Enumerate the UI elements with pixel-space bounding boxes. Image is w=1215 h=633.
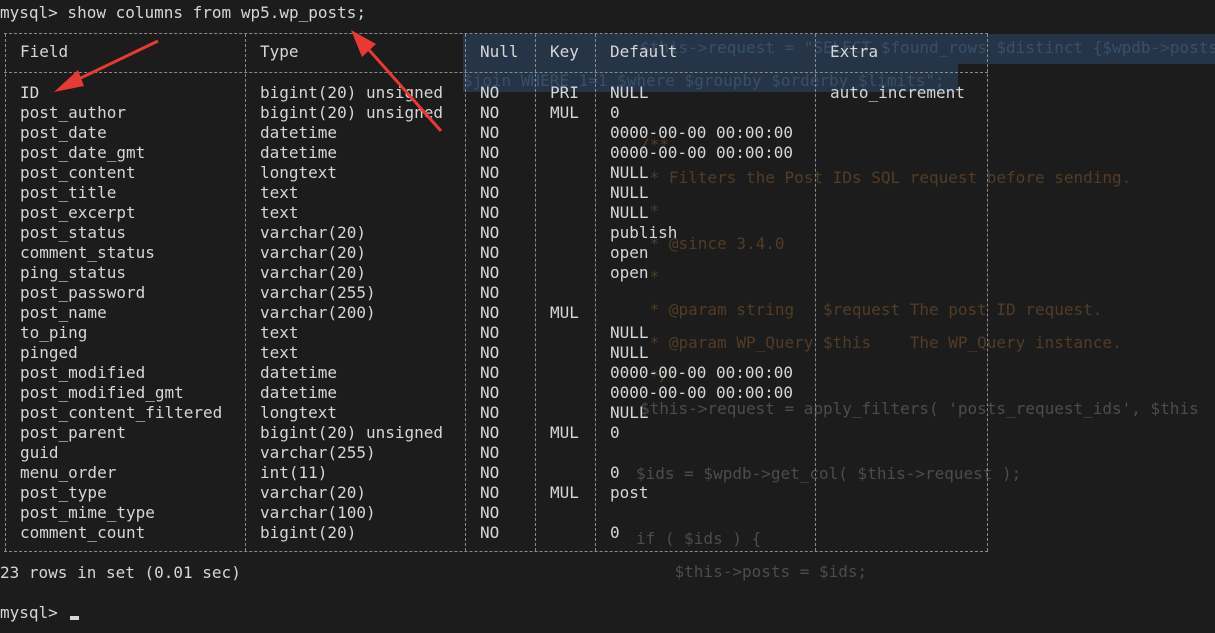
arrow-to-table-name-icon	[351, 30, 443, 132]
arrow-to-id-icon	[54, 39, 159, 92]
annotation-arrows	[54, 30, 443, 132]
